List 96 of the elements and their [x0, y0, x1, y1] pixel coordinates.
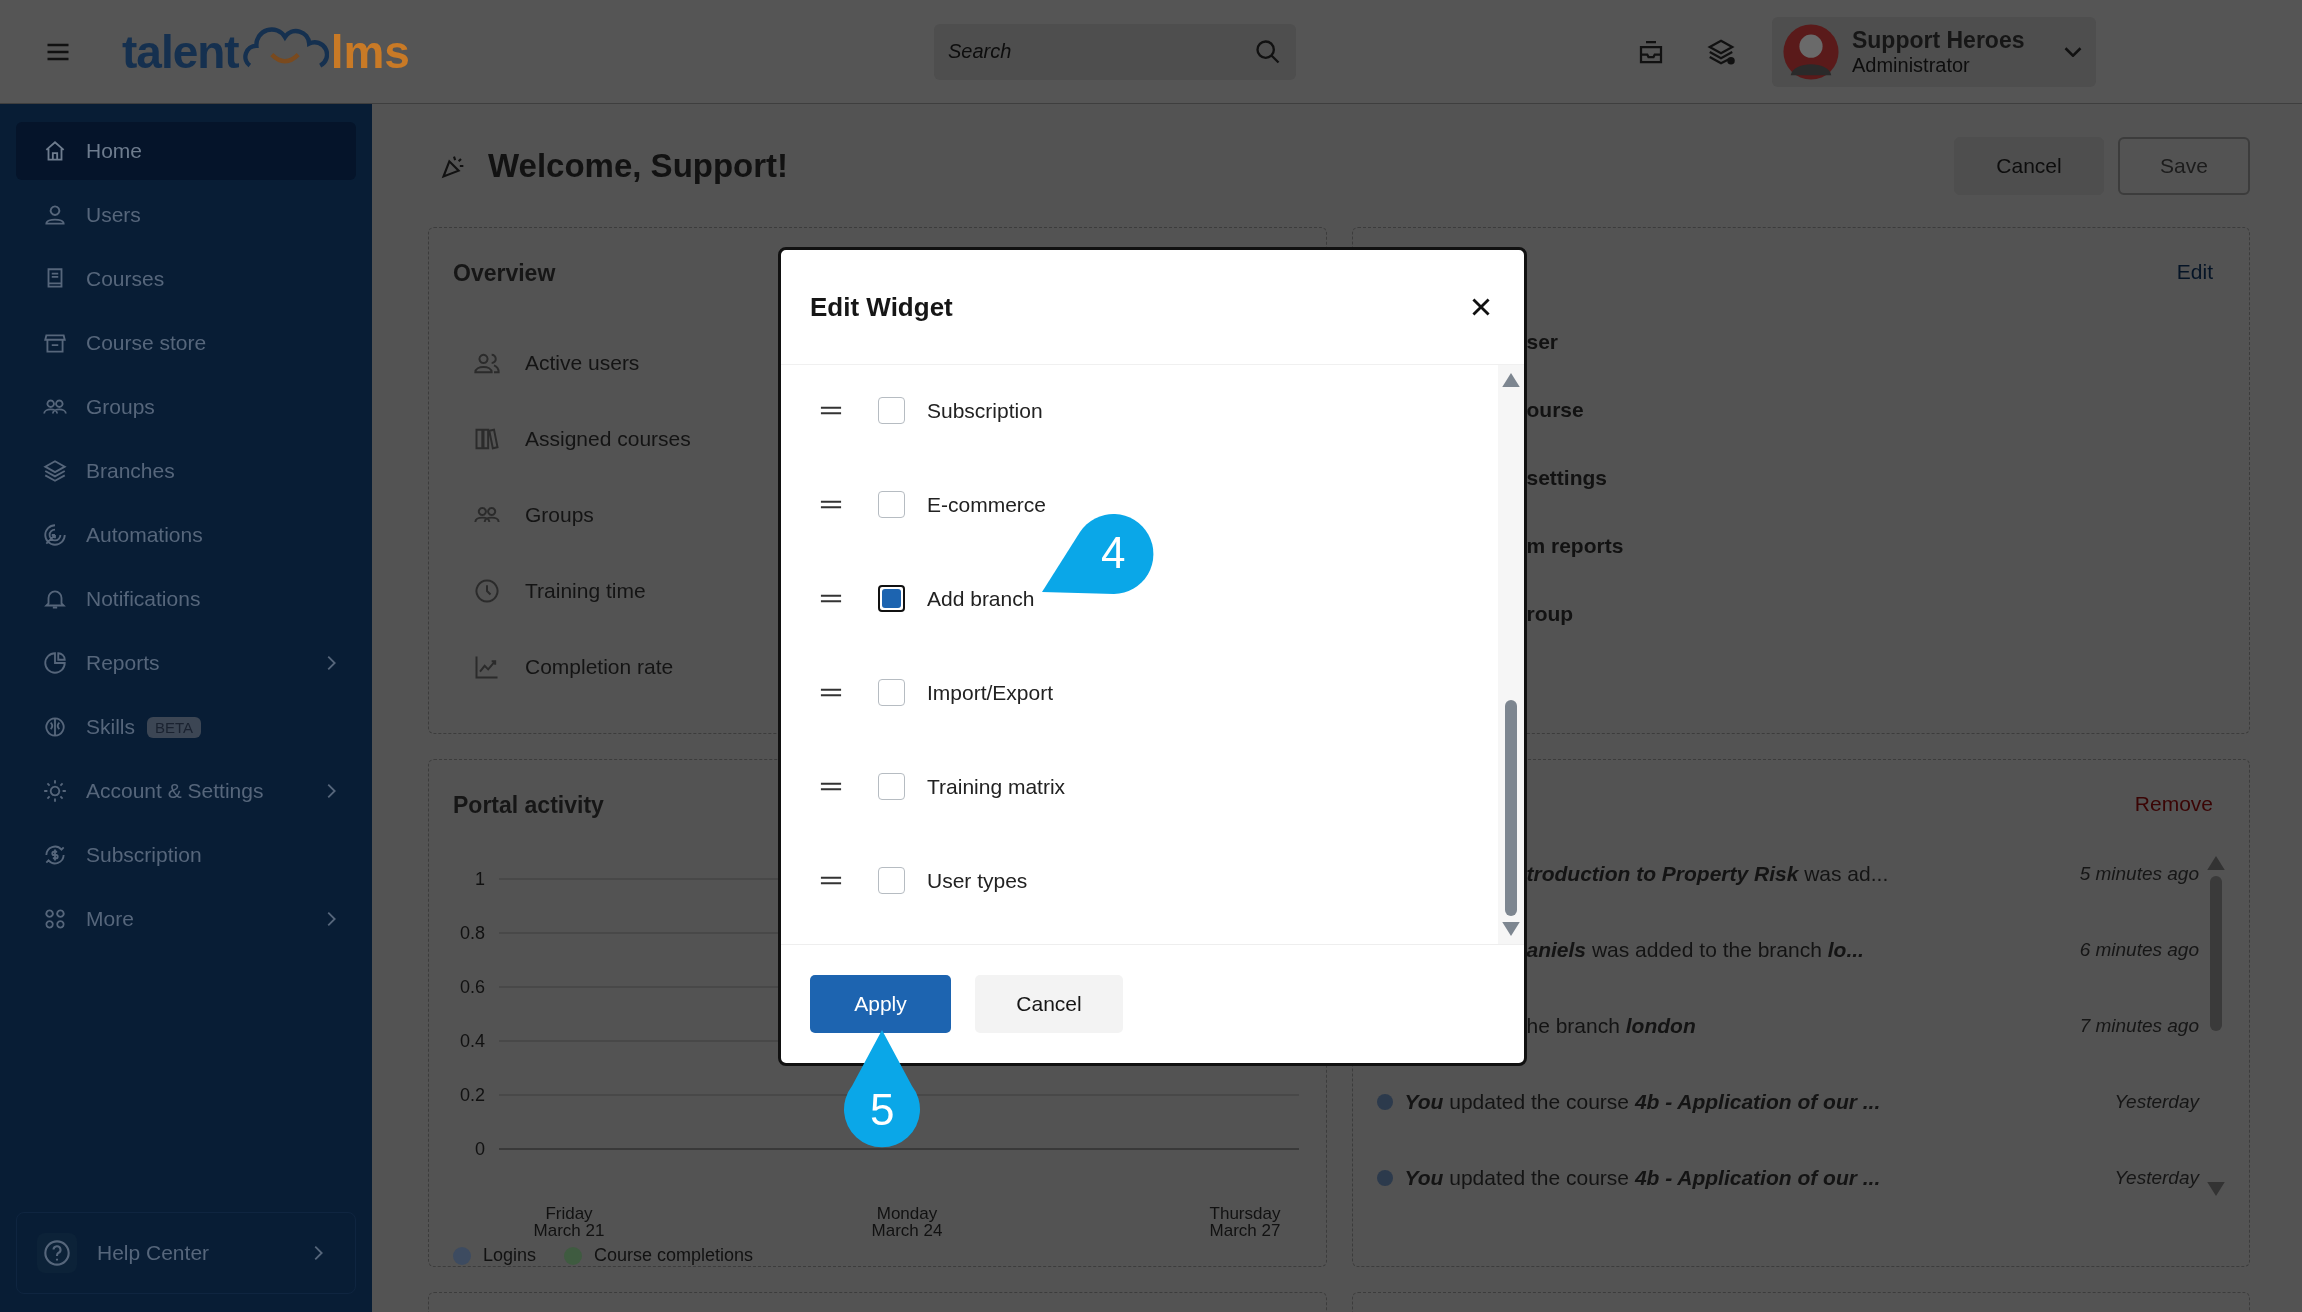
step-number: 4	[1101, 531, 1126, 575]
scroll-thumb[interactable]	[1505, 700, 1517, 916]
help-center-link[interactable]: Help Center	[16, 1212, 356, 1294]
scroll-down-icon[interactable]	[1502, 922, 1520, 936]
user-name: Support Heroes	[1851, 26, 2026, 54]
checkbox[interactable]	[878, 867, 905, 894]
card-title: Overview	[453, 260, 557, 287]
checkbox[interactable]	[878, 491, 905, 518]
y-tick-label: 0.4	[459, 1031, 485, 1051]
user-role: Administrator	[1851, 53, 1971, 77]
step-number: 5	[870, 1088, 895, 1132]
sidebar-item[interactable]: Home	[16, 122, 356, 180]
target-icon	[42, 522, 68, 548]
apply-button[interactable]: Apply	[810, 975, 951, 1033]
remove-link[interactable]: Remove	[2134, 792, 2213, 816]
help-icon	[37, 1233, 77, 1273]
scroll-up-icon[interactable]	[1502, 373, 1520, 387]
metric-label: Groups	[525, 503, 594, 527]
quick-action-link[interactable]: ser	[1526, 330, 2225, 360]
user-menu[interactable]: Support Heroes Administrator	[1771, 16, 2096, 87]
event-time: 6 minutes ago	[2079, 939, 2199, 961]
event-text: You updated the course 4b - Application of our ...	[1404, 1090, 1881, 1114]
sidebar-item[interactable]: Automations	[16, 506, 356, 564]
scroll-up-icon[interactable]	[2207, 856, 2225, 870]
drag-handle-icon[interactable]	[820, 875, 842, 886]
y-tick-label: 1	[475, 869, 485, 889]
clock-icon	[473, 577, 501, 605]
widget-option-label: Import/Export	[927, 680, 1054, 705]
checkbox[interactable]	[878, 773, 905, 800]
legend-label: Course completions	[594, 1245, 754, 1266]
edit-link[interactable]: Edit	[2176, 260, 2213, 284]
sidebar-item[interactable]: Courses	[16, 250, 356, 308]
logo-text: talent	[122, 24, 239, 79]
event-text: aniels was added to the branch lo...	[1526, 938, 1864, 962]
logo-text: lms	[330, 24, 410, 79]
scroll-thumb[interactable]	[2210, 876, 2222, 1031]
event-time: 7 minutes ago	[2079, 1015, 2199, 1037]
y-tick-label: 0	[475, 1139, 485, 1159]
checkbox[interactable]	[878, 679, 905, 706]
checkbox[interactable]	[878, 585, 905, 612]
event-time: 5 minutes ago	[2079, 863, 2199, 885]
quick-action-link[interactable]: ourse	[1526, 398, 2225, 428]
pie-chart-icon	[42, 650, 68, 676]
drag-handle-icon[interactable]	[820, 687, 842, 698]
sidebar-item[interactable]: Branches	[16, 442, 356, 500]
metric-label: Completion rate	[525, 655, 674, 679]
x-axis-label: Monday March 24	[870, 1205, 944, 1239]
y-tick-label: 0.6	[459, 977, 485, 997]
drag-handle-icon[interactable]	[820, 499, 842, 510]
widget-option-label: Add branch	[927, 586, 1035, 611]
drag-handle-icon[interactable]	[820, 405, 842, 416]
sidebar-item[interactable]: Account & Settings	[16, 762, 356, 820]
x-axis-label: Friday March 21	[532, 1205, 606, 1239]
event-text: he branch london	[1526, 1014, 1696, 1038]
legend-label: Logins	[483, 1245, 537, 1266]
card-title: Portal activity	[453, 792, 605, 819]
sidebar-item[interactable]: Users	[16, 186, 356, 244]
search-field[interactable]: Search	[933, 23, 1296, 80]
scroll-down-icon[interactable]	[2207, 1182, 2225, 1196]
widget-option-label: User types	[927, 868, 1028, 893]
sidebar-item[interactable]: Subscription	[16, 826, 356, 884]
sidebar-item[interactable]: Course store	[16, 314, 356, 372]
y-tick-label: 0.2	[459, 1085, 485, 1105]
sidebar-item[interactable]: More	[16, 890, 356, 948]
metric-label: Training time	[525, 579, 646, 603]
sidebar-item[interactable]: Reports	[16, 634, 356, 692]
cancel-button[interactable]: Cancel	[975, 975, 1123, 1033]
dots-grid-icon	[42, 906, 68, 932]
drag-handle-icon[interactable]	[820, 593, 842, 604]
page-title: Welcome, Support!	[488, 146, 789, 185]
checkbox[interactable]	[878, 397, 905, 424]
scrollbar[interactable]	[2207, 856, 2225, 1196]
sidebar-item[interactable]: Notifications	[16, 570, 356, 628]
search-icon[interactable]	[1253, 37, 1282, 66]
sidebar-item[interactable]: Groups	[16, 378, 356, 436]
quick-action-link[interactable]: m reports	[1526, 534, 2225, 564]
scrollbar[interactable]	[1498, 365, 1524, 944]
event-text: You updated the course 4b - Application of our ...	[1404, 1166, 1881, 1190]
widget-option-label: Subscription	[927, 398, 1043, 423]
dialog-title: Edit Widget	[810, 291, 953, 323]
quick-action-link[interactable]: settings	[1526, 466, 2225, 496]
layers-icon	[42, 458, 68, 484]
drag-handle-icon[interactable]	[820, 781, 842, 792]
x-axis-label: Thursday March 27	[1208, 1205, 1282, 1239]
widget-option-label: E-commerce	[927, 492, 1047, 517]
widget-option-label: Training matrix	[927, 774, 1066, 799]
metric-label: Active users	[525, 351, 640, 375]
cancel-button[interactable]: Cancel	[1954, 136, 2104, 195]
event-text: troduction to Property Risk was ad...	[1526, 862, 1889, 886]
metric-label: Assigned courses	[525, 427, 691, 451]
avatar	[1781, 22, 1840, 81]
y-tick-label: 0.8	[459, 923, 485, 943]
chevron-down-icon	[2063, 46, 2082, 57]
event-time: Yesterday	[2114, 1167, 2199, 1189]
quick-action-link[interactable]: roup	[1526, 602, 2225, 632]
event-time: Yesterday	[2114, 1091, 2199, 1113]
